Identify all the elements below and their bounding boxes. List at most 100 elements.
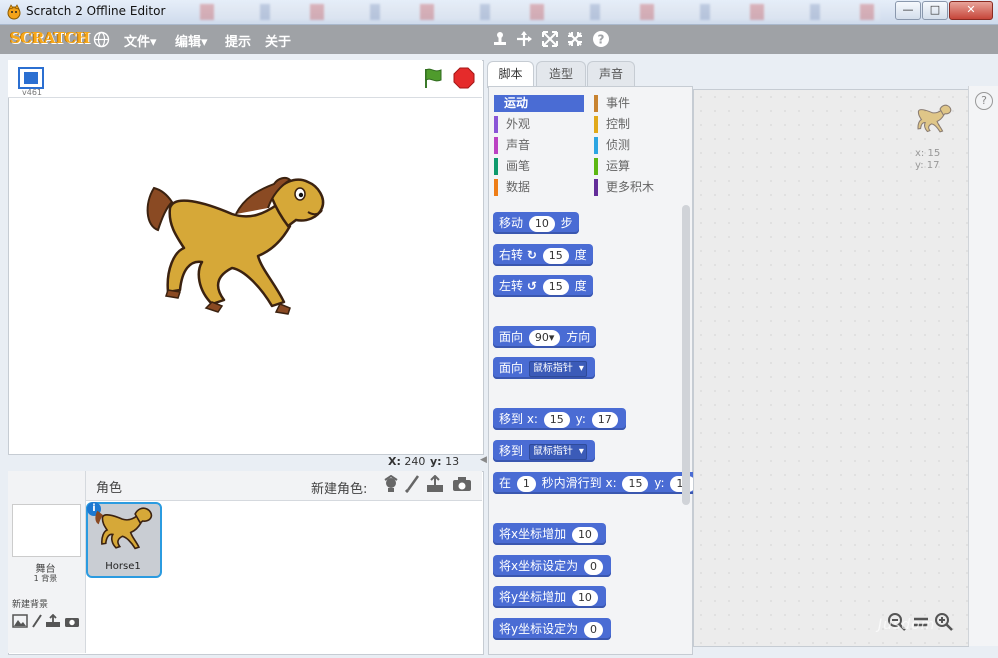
upload-icon[interactable] [426,475,444,493]
y-input[interactable]: 17 [591,411,618,428]
current-sprite-thumbnail [917,104,952,133]
stop-sign-icon[interactable] [453,67,475,89]
maximize-button[interactable]: □ [922,1,948,20]
mouse-x-readout: X: 240 [388,455,425,468]
value-input[interactable]: 10 [571,526,598,543]
target-dropdown[interactable]: 鼠标指针 [528,360,587,377]
paint-brush-icon[interactable] [405,475,421,493]
green-flag-icon[interactable] [422,67,444,89]
degrees-input[interactable]: 15 [542,278,569,295]
block-label: 将x坐标设定为 [499,559,579,573]
block-go-to[interactable]: 移到 鼠标指针 [493,440,595,462]
minimize-button[interactable]: — [895,1,921,20]
block-change-x[interactable]: 将x坐标增加 10 [493,523,606,545]
block-label: 将y坐标增加 [499,590,567,604]
value-input[interactable]: 0 [583,558,603,575]
collapse-stage-arrow-icon[interactable]: ◀ [480,455,488,467]
grow-icon[interactable] [541,30,559,48]
palette-scrollbar[interactable] [682,205,690,505]
menu-about[interactable]: 关于 [265,31,291,50]
mouse-y-readout: y: 13 [430,455,459,468]
category-operators[interactable]: 运算 [596,158,684,175]
block-turn-left[interactable]: 左转 ↺ 15 度 [493,275,593,297]
version-label: v461 [22,88,43,97]
sprite-library-icon[interactable] [382,475,400,493]
category-sensing[interactable]: 侦测 [596,137,684,154]
horse-sprite[interactable] [140,174,328,316]
category-more-blocks[interactable]: 更多积木 [596,179,684,196]
zoom-in-icon[interactable] [934,612,954,632]
steps-input[interactable]: 10 [528,215,555,232]
block-move-steps[interactable]: 移动 10 步 [493,212,579,234]
category-events[interactable]: 事件 [596,95,684,112]
block-label-mid: 秒内滑行到 x: [541,476,617,490]
x-input[interactable]: 15 [622,475,649,492]
seconds-input[interactable]: 1 [516,475,536,492]
block-point-towards[interactable]: 面向 鼠标指针 [493,357,595,379]
taskbar-tabs-blurred [200,4,880,20]
block-suffix: 度 [574,248,587,262]
upload-backdrop-icon[interactable] [45,614,61,628]
block-suffix: 步 [560,216,573,230]
target-dropdown[interactable]: 鼠标指针 [528,443,587,460]
fullscreen-icon[interactable] [18,67,44,89]
tab-costumes[interactable]: 造型 [536,61,586,87]
block-glide[interactable]: 在 1 秒内滑行到 x: 15 y: 17 [493,472,705,494]
direction-input[interactable]: 90▾ [528,329,561,346]
tab-sounds[interactable]: 声音 [587,61,635,87]
stage-thumbnail[interactable] [12,504,81,557]
y-label: y: [430,455,442,468]
menu-file[interactable]: 文件▾ [124,31,157,50]
block-label: 面向 [499,361,524,375]
block-label: 将y坐标设定为 [499,622,579,636]
block-label-y: y: [575,412,586,426]
block-label: 面向 [499,330,524,344]
help-icon[interactable]: ? [592,30,610,48]
sprite-tile-name: Horse1 [105,561,141,572]
sprite-y-readout: y: 17 [915,160,940,171]
paint-backdrop-icon[interactable] [31,614,43,628]
category-motion[interactable]: 运动 [494,95,584,112]
block-set-x[interactable]: 将x坐标设定为 0 [493,555,611,577]
cut-icon[interactable] [515,30,533,48]
window-title: Scratch 2 Offline Editor [26,4,166,18]
backdrop-count: 1 背景 [33,574,58,583]
category-control[interactable]: 控制 [596,116,684,133]
scratch-cat-icon [7,4,21,20]
x-value: 240 [404,455,426,468]
x-input[interactable]: 15 [543,411,570,428]
menu-edit[interactable]: 编辑▾ [175,31,208,50]
value-input[interactable]: 10 [571,589,598,606]
svg-text:?: ? [598,33,605,47]
scratch-logo[interactable]: SCRATCH [10,29,90,49]
category-looks[interactable]: 外观 [496,116,584,133]
camera-icon[interactable] [452,476,472,492]
block-point-in-direction[interactable]: 面向 90▾ 方向 [493,326,597,348]
block-label: 移到 x: [499,412,538,426]
block-turn-right[interactable]: 右转 ↻ 15 度 [493,244,593,266]
block-change-y[interactable]: 将y坐标增加 10 [493,586,606,608]
block-label: 右转 [499,248,524,262]
block-go-to-xy[interactable]: 移到 x: 15 y: 17 [493,408,626,430]
globe-icon[interactable] [93,31,110,48]
tab-scripts[interactable]: 脚本 [487,61,534,88]
degrees-input[interactable]: 15 [542,247,569,264]
category-sound[interactable]: 声音 [496,137,584,154]
block-suffix: 方向 [566,330,591,344]
value-input[interactable]: 0 [583,621,603,638]
category-pen[interactable]: 画笔 [496,158,584,175]
stage-toolbar [8,60,482,98]
help-tips-icon[interactable]: ? [975,92,993,110]
menu-bar: SCRATCH 文件▾ 编辑▾ 提示 关于 ? [0,25,998,54]
block-set-y[interactable]: 将y坐标设定为 0 [493,618,611,640]
scripts-side-strip [968,86,998,646]
camera-backdrop-icon[interactable] [64,615,80,628]
close-button[interactable]: ✕ [949,1,993,20]
category-data[interactable]: 数据 [496,179,584,196]
sprite-panel-header [85,471,482,501]
scripts-area[interactable] [693,89,969,647]
menu-tips[interactable]: 提示 [225,31,251,50]
backdrop-library-icon[interactable] [12,614,28,628]
stamp-icon[interactable] [491,30,509,48]
shrink-icon[interactable] [566,30,584,48]
